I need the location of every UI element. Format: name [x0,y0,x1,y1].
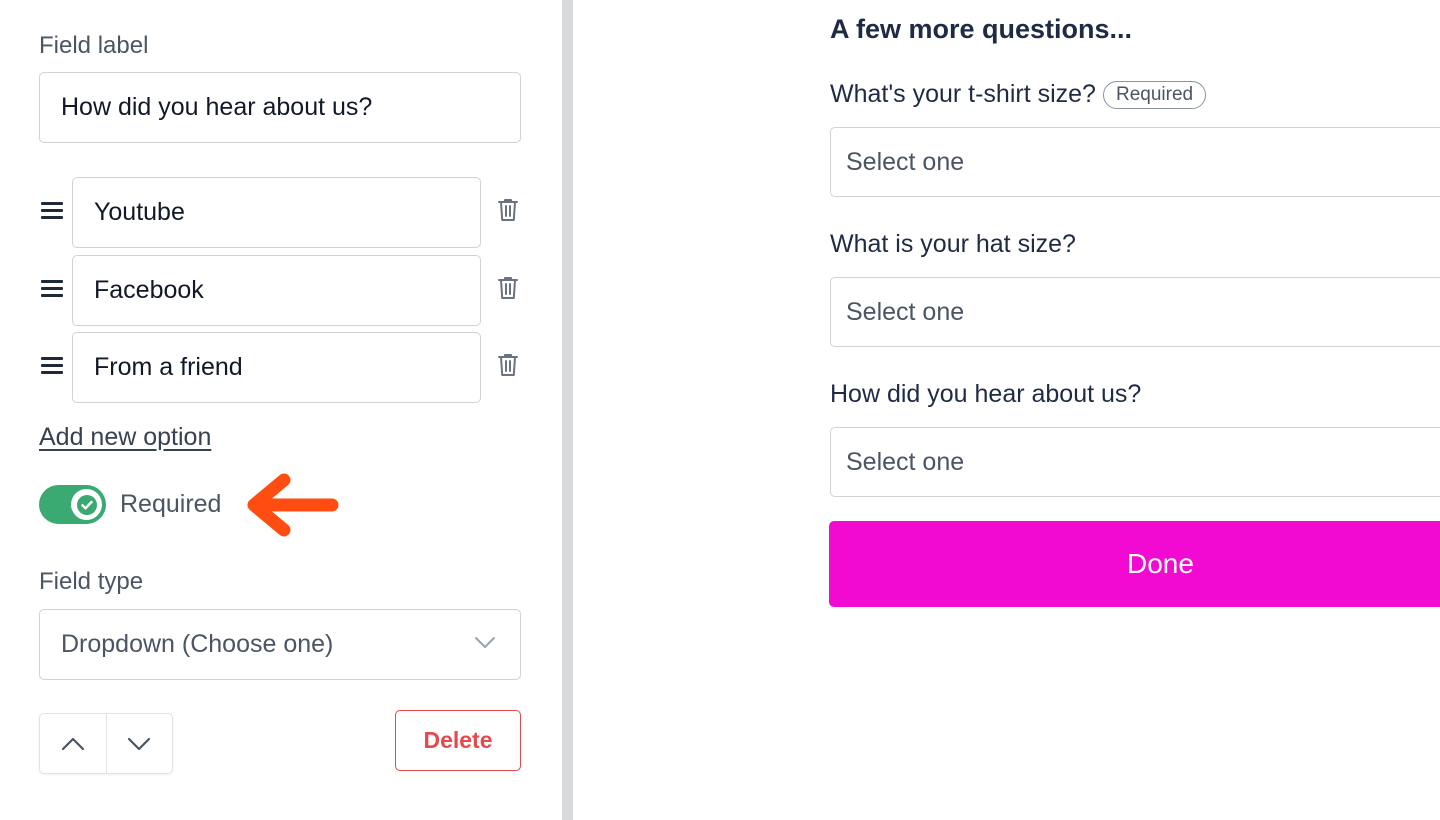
question-text: What's your t-shirt size? [830,80,1096,108]
trash-icon[interactable] [496,352,520,378]
panel-divider[interactable] [562,0,573,820]
toggle-knob [71,489,102,520]
hear-about-select[interactable]: Select one [830,427,1440,497]
done-button[interactable]: Done [829,521,1440,607]
add-new-option-link[interactable]: Add new option [39,423,211,452]
preview-title: A few more questions... [830,14,1133,44]
question-label-tshirt: What's your t-shirt size? Required [830,80,1207,109]
drag-handle-icon[interactable] [41,357,63,375]
trash-icon[interactable] [496,275,520,301]
option-input-from-a-friend[interactable]: From a friend [72,332,481,403]
delete-button[interactable]: Delete [395,710,521,771]
question-label-hear-about: How did you hear about us? [830,380,1142,408]
required-badge: Required [1102,81,1207,109]
move-up-button[interactable] [40,714,106,773]
hat-size-select[interactable]: Select one [830,277,1440,347]
field-label-caption: Field label [39,32,149,59]
required-toggle[interactable] [39,485,106,524]
annotation-arrow-icon [247,473,339,537]
field-type-value: Dropdown (Choose one) [61,630,334,658]
required-toggle-label: Required [120,490,222,518]
drag-handle-icon[interactable] [41,280,63,298]
option-input-facebook[interactable]: Facebook [72,255,481,326]
chevron-down-icon [475,637,495,648]
field-type-caption: Field type [39,568,144,595]
check-icon [76,494,97,515]
field-editor-panel: Field label How did you hear about us? Y… [0,0,562,820]
chevron-up-icon [61,737,84,750]
move-down-button[interactable] [105,714,173,773]
drag-handle-icon[interactable] [41,202,63,220]
chevron-down-icon [128,737,151,750]
question-label-hat: What is your hat size? [830,230,1076,258]
field-label-input[interactable]: How did you hear about us? [39,72,521,143]
option-input-youtube[interactable]: Youtube [72,177,481,248]
field-type-select[interactable]: Dropdown (Choose one) [39,609,521,680]
reorder-buttons [39,713,173,774]
trash-icon[interactable] [496,197,520,223]
tshirt-size-select[interactable]: Select one [830,127,1440,197]
